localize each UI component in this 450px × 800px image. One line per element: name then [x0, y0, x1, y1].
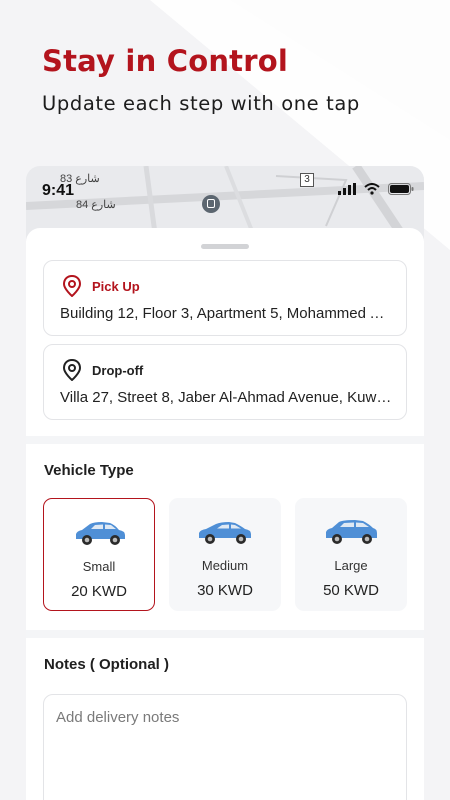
street-label: شارع 84 [76, 199, 116, 211]
order-sheet: Pick Up Building 12, Floor 3, Apartment … [26, 228, 424, 800]
car-icon [326, 520, 377, 544]
phone-screen: شارع 83 شارع 84 3 9:41 Pick Up Building … [26, 166, 424, 800]
location-pin-outline-icon [62, 359, 82, 381]
vehicle-price: 50 KWD [323, 582, 379, 599]
pickup-address: Building 12, Floor 3, Apartment 5, Moham… [60, 305, 392, 322]
wifi-icon [364, 183, 380, 195]
vehicle-name: Small [82, 559, 116, 574]
dropoff-card[interactable]: Drop-off Villa 27, Street 8, Jaber Al-Ah… [43, 344, 407, 420]
notes-placeholder: Add delivery notes [56, 709, 180, 726]
status-icons [338, 183, 414, 195]
vehicle-option-medium[interactable]: Medium 30 KWD [169, 498, 281, 611]
vehicle-type-title: Vehicle Type [44, 462, 134, 479]
car-icon [76, 522, 125, 545]
promo-subhead: Update each step with one tap [42, 92, 360, 115]
vehicle-name: Large [334, 558, 368, 573]
vehicle-name: Medium [201, 558, 249, 573]
pickup-card[interactable]: Pick Up Building 12, Floor 3, Apartment … [43, 260, 407, 336]
vehicle-price: 20 KWD [71, 583, 127, 600]
notes-title: Notes ( Optional ) [44, 656, 169, 673]
bus-stop-icon [202, 195, 220, 213]
notes-textarea[interactable]: Add delivery notes [43, 694, 407, 800]
section-divider [26, 436, 424, 444]
section-divider [26, 630, 424, 638]
map-route-marker: 3 [300, 173, 314, 187]
vehicle-option-small[interactable]: Small 20 KWD [43, 498, 155, 611]
dropoff-address: Villa 27, Street 8, Jaber Al-Ahmad Avenu… [60, 389, 392, 406]
car-icon [199, 522, 251, 544]
signal-icon [338, 183, 356, 195]
pickup-label: Pick Up [92, 279, 140, 294]
sheet-drag-handle[interactable] [201, 244, 249, 249]
battery-icon [388, 183, 414, 195]
vehicle-option-large[interactable]: Large 50 KWD [295, 498, 407, 611]
dropoff-label: Drop-off [92, 363, 144, 378]
location-pin-icon [62, 275, 82, 297]
promo-headline: Stay in Control [42, 44, 288, 78]
status-time: 9:41 [42, 182, 75, 199]
vehicle-price: 30 KWD [197, 582, 253, 599]
